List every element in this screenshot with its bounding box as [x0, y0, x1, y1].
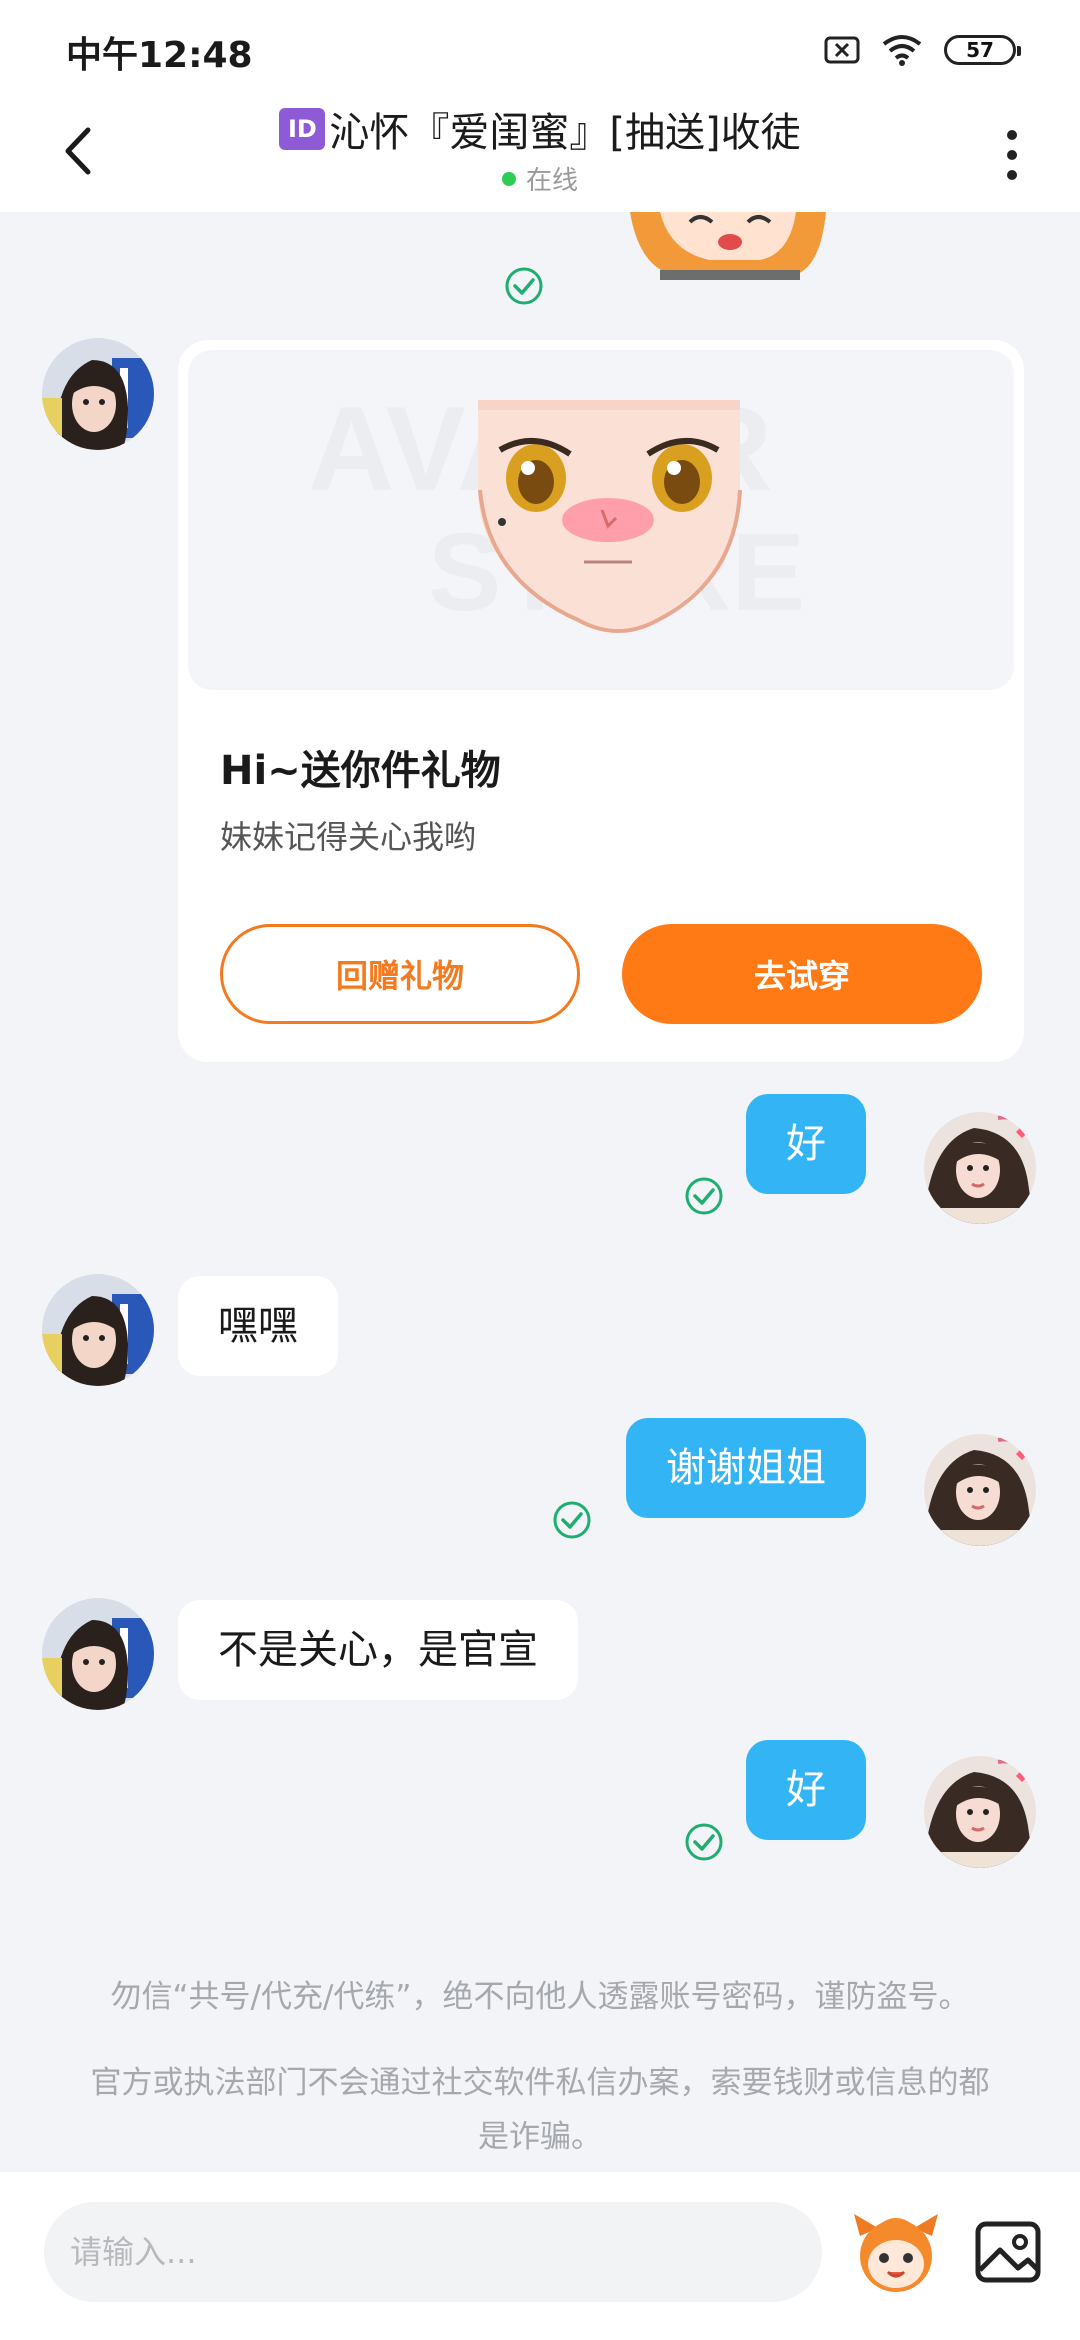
online-dot-icon [501, 171, 516, 186]
back-button[interactable] [60, 116, 120, 186]
my-avatar[interactable] [924, 1434, 1036, 1546]
battery-level: 57 [966, 38, 994, 62]
read-check-icon [553, 1501, 591, 1539]
gift-card[interactable]: AVATAR STORE Hi~送你件礼物 妹妹记得关心我哟 回赠 [178, 340, 1024, 1062]
my-avatar-image [924, 1434, 1036, 1546]
chat-header: ID 沁怀『爱闺蜜』[抽送]收徒 在线 [0, 96, 1080, 212]
chevron-left-icon [65, 127, 91, 175]
gift-subtitle: 妹妹记得关心我哟 [220, 818, 477, 856]
contact-avatar-image [42, 338, 154, 450]
my-avatar[interactable] [924, 1756, 1036, 1868]
message-bubble-outgoing[interactable]: 好 [746, 1094, 866, 1194]
message-input[interactable] [44, 2202, 822, 2302]
sticker-image[interactable] [620, 212, 830, 282]
image-picker-button[interactable] [970, 2212, 1050, 2292]
contact-avatar[interactable] [42, 1274, 154, 1386]
my-avatar-image [924, 1112, 1036, 1224]
more-options-button[interactable] [992, 120, 1032, 190]
online-status-text: 在线 [525, 166, 578, 196]
online-status: 在线 [501, 160, 578, 197]
gift-title: Hi~送你件礼物 [220, 748, 501, 794]
chat-messages[interactable]: AVATAR STORE Hi~送你件礼物 妹妹记得关心我哟 回赠 [0, 212, 1080, 2172]
message-bubble-outgoing[interactable]: 好 [746, 1740, 866, 1840]
read-check-icon [505, 267, 543, 305]
status-icons: 57 [824, 30, 1021, 70]
contact-avatar[interactable] [42, 338, 154, 450]
header-title-wrap: ID 沁怀『爱闺蜜』[抽送]收徒 在线 [180, 100, 900, 197]
try-on-button[interactable]: 去试穿 [622, 924, 982, 1024]
chat-title[interactable]: ID 沁怀『爱闺蜜』[抽送]收徒 [279, 100, 801, 158]
more-dot [1007, 150, 1017, 160]
return-gift-button[interactable]: 回赠礼物 [220, 924, 580, 1024]
emoji-sticker-button[interactable] [850, 2206, 942, 2298]
message-bubble-incoming[interactable]: 嘿嘿 [178, 1276, 338, 1376]
read-check-icon [685, 1177, 723, 1215]
status-bar: 中午12:48 57 [0, 0, 1080, 96]
status-time: 中午12:48 [66, 35, 253, 76]
chat-title-text: 沁怀『爱闺蜜』[抽送]收徒 [329, 110, 801, 156]
wifi-icon [882, 35, 922, 66]
contact-avatar-image [42, 1598, 154, 1710]
security-notice: 勿信“共号/代充/代练”，绝不向他人透露账号密码，谨防盗号。 [110, 1979, 970, 2015]
battery-icon: 57 [944, 35, 1021, 65]
more-dot [1007, 170, 1017, 180]
contact-avatar-image [42, 1274, 154, 1386]
avatar-face-image: AVATAR STORE [308, 382, 805, 634]
message-bubble-incoming[interactable]: 不是关心，是官宣 [178, 1600, 578, 1700]
message-bubble-outgoing[interactable]: 谢谢姐姐 [626, 1418, 866, 1518]
gift-preview-image: AVATAR STORE [188, 350, 1014, 690]
fraud-notice: 官方或执法部门不会通过社交软件私信办案，索要钱财或信息的都是诈骗。 [90, 2065, 990, 2155]
input-bar [0, 2172, 1080, 2340]
my-avatar-image [924, 1756, 1036, 1868]
more-dot [1007, 130, 1017, 140]
sim-off-icon [824, 36, 860, 64]
contact-avatar[interactable] [42, 1598, 154, 1710]
id-badge-icon: ID [279, 108, 326, 150]
my-avatar[interactable] [924, 1112, 1036, 1224]
read-check-icon [685, 1823, 723, 1861]
